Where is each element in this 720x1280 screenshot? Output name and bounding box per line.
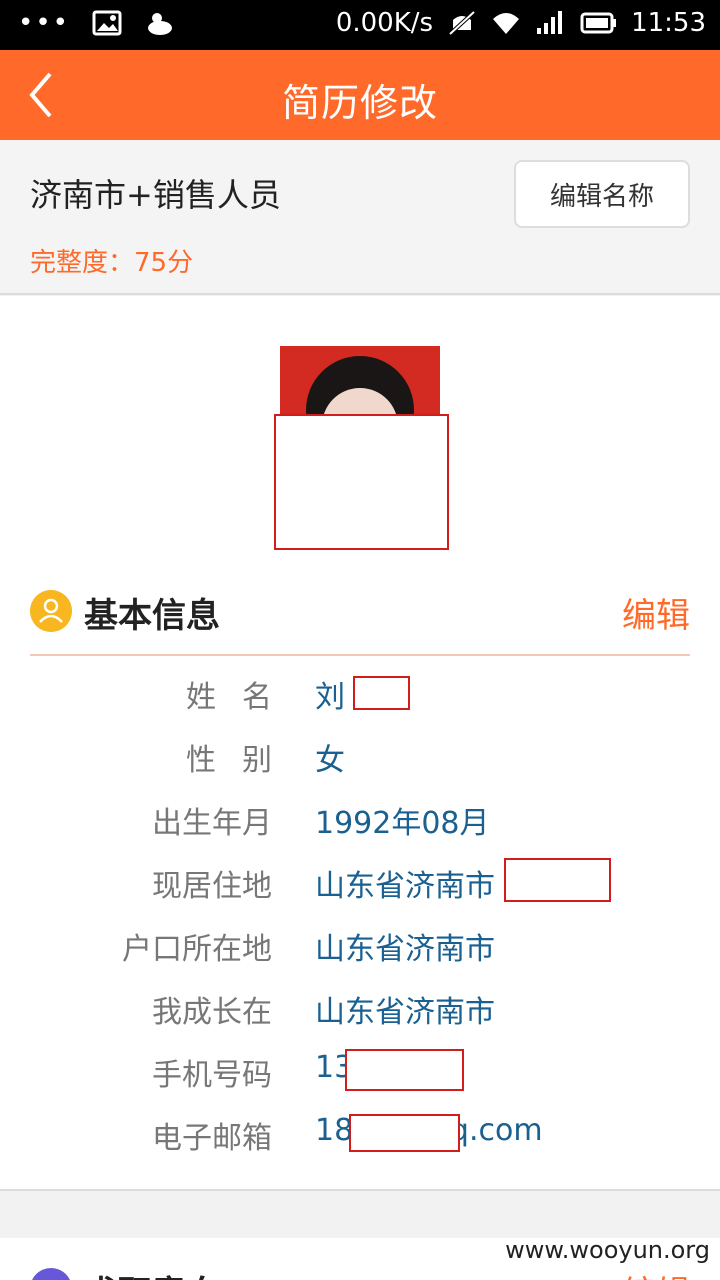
section-title: 基本信息 [84,596,220,636]
resume-name-bar: 济南市+销售人员 完整度：75分 编辑名称 [0,140,720,295]
battery-icon [580,12,617,34]
status-bar: ••• 0.00K/s 11:53 [0,0,720,50]
image-icon [92,10,122,36]
more-dots-icon: ••• [18,8,71,38]
wifi-icon [493,13,520,34]
info-value: 山东省济南市 [315,869,495,904]
info-label: 姓名 [186,680,298,715]
weather-icon [148,13,173,35]
info-row-gender: 性别 女 [0,735,720,785]
info-label: 我成长在 [152,995,272,1030]
info-label: 电子邮箱 [152,1121,272,1156]
email-redaction-box [349,1114,460,1152]
info-value: 山东省济南市 [315,995,495,1030]
info-label: 手机号码 [152,1058,272,1093]
info-row-residence: 现居住地 山东省济南市 [0,861,720,911]
status-right: 0.00K/s 11:53 [336,8,706,38]
person-icon [30,590,72,632]
intention-icon [30,1268,72,1280]
mute-icon [448,10,476,36]
info-label: 性别 [186,743,298,778]
address-redaction-box [504,858,611,902]
basic-info-header: 基本信息 编辑 [30,590,690,656]
app-bar: 简历修改 [0,50,720,140]
info-value: 女 [315,743,345,778]
watermark: www.wooyun.org [505,1236,710,1264]
info-label: 现居住地 [152,869,272,904]
edit-basic-info-button[interactable]: 编辑 [622,588,690,637]
signal-icon [537,11,563,34]
name-redaction-box [353,676,410,710]
info-row-birth: 出生年月 1992年08月 [0,798,720,848]
profile-photo[interactable] [280,346,440,416]
phone-redaction-box [345,1049,464,1091]
status-time: 11:53 [631,8,706,38]
info-label: 出生年月 [152,806,272,841]
edit-intention-button[interactable]: 编辑 [622,1266,690,1280]
info-value: 山东省济南市 [315,932,495,967]
completeness-score: 完整度：75分 [30,248,194,278]
status-left-icons: ••• [18,8,174,38]
info-row-grew-up: 我成长在 山东省济南市 [0,987,720,1037]
resume-name: 济南市+销售人员 [30,176,281,214]
basic-info-card: 基本信息 编辑 姓名 刘 性别 女 出生年月 1992年08月 现居住地 山东省… [0,296,720,1191]
network-speed: 0.00K/s [335,8,434,38]
info-row-hukou: 户口所在地 山东省济南市 [0,924,720,974]
edit-name-button[interactable]: 编辑名称 [514,160,690,228]
section-title: 求职意向 [84,1266,220,1280]
page-title: 简历修改 [281,81,438,125]
photo-redaction-box [274,414,449,550]
info-label: 户口所在地 [122,932,272,967]
info-value: 刘 [315,680,345,715]
info-value: 1992年08月 [315,806,490,841]
